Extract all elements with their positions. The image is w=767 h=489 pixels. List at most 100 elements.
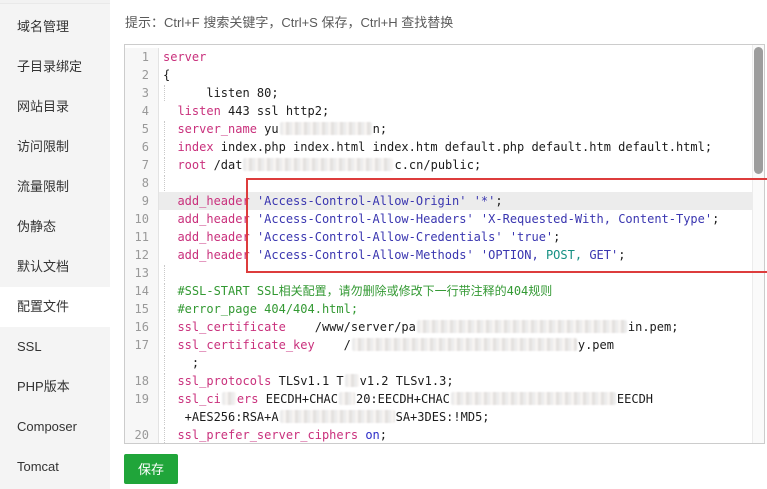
redacted-blur — [222, 392, 236, 405]
sidebar-item-网站目录[interactable]: 网站目录 — [0, 87, 110, 127]
sidebar-item-子目录绑定[interactable]: 子目录绑定 — [0, 47, 110, 87]
code-line-13[interactable]: 13 — [125, 264, 752, 282]
sidebar-item-Tomcat[interactable]: Tomcat — [0, 447, 110, 487]
code-line-19[interactable]: 19 ssl_ciers EECDH+CHAC20:EECDH+CHACEECD… — [125, 390, 752, 408]
code-line-5[interactable]: 5 server_name yun; — [125, 120, 752, 138]
line-number: 8 — [125, 174, 159, 192]
redacted-blur — [339, 392, 355, 405]
code-text: listen 80; — [159, 84, 752, 102]
redacted-blur — [352, 338, 577, 351]
code-line-20[interactable]: 20 ssl_prefer_server_ciphers on; — [125, 426, 752, 444]
code-line-16[interactable]: 16 ssl_certificate /www/server/pain.pem; — [125, 318, 752, 336]
indent-guide — [164, 391, 165, 407]
line-number: 7 — [125, 156, 159, 174]
code-text: add_header 'Access-Control-Allow-Headers… — [159, 210, 752, 228]
redacted-blur — [451, 392, 616, 405]
indent-guide — [164, 85, 165, 101]
code-text: { — [159, 66, 752, 84]
sidebar-item-SSL[interactable]: SSL — [0, 327, 110, 367]
line-number: 10 — [125, 210, 159, 228]
indent-guide — [164, 355, 165, 371]
code-text: +AES256:RSA+ASA+3DES:!MD5; — [159, 408, 752, 426]
code-line-11[interactable]: 11 add_header 'Access-Control-Allow-Cred… — [125, 228, 752, 246]
editor-scrollbar-track[interactable] — [752, 45, 764, 443]
line-number: 3 — [125, 84, 159, 102]
sidebar-item-配置文件[interactable]: 配置文件 — [0, 287, 110, 327]
indent-guide — [164, 301, 165, 317]
sidebar-item-访问限制[interactable]: 访问限制 — [0, 127, 110, 167]
code-line-17[interactable]: 17 ssl_certificate_key /y.pem — [125, 336, 752, 354]
redacted-blur — [243, 158, 393, 171]
config-code-editor[interactable]: 1server2{3 listen 80;4 listen 443 ssl ht… — [124, 44, 765, 444]
code-text: root /datc.cn/public; — [159, 156, 752, 174]
code-line-2[interactable]: 2{ — [125, 66, 752, 84]
code-line-15[interactable]: 15 #error_page 404/404.html; — [125, 300, 752, 318]
line-number: 20 — [125, 426, 159, 444]
indent-guide — [164, 409, 165, 425]
line-number: 13 — [125, 264, 159, 282]
site-settings-sidebar: 域名管理子目录绑定网站目录访问限制流量限制伪静态默认文档配置文件SSLPHP版本… — [0, 4, 110, 489]
code-line-4[interactable]: 4 listen 443 ssl http2; — [125, 102, 752, 120]
code-line-8[interactable]: 8 — [125, 174, 752, 192]
code-text: server_name yun; — [159, 120, 752, 138]
code-line-wrap[interactable]: +AES256:RSA+ASA+3DES:!MD5; — [125, 408, 752, 426]
save-button[interactable]: 保存 — [124, 454, 178, 484]
indent-guide — [164, 139, 165, 155]
redacted-blur — [280, 122, 372, 135]
indent-guide — [164, 121, 165, 137]
line-number: 5 — [125, 120, 159, 138]
line-number: 12 — [125, 246, 159, 264]
line-number: 17 — [125, 336, 159, 354]
code-text — [159, 264, 752, 282]
sidebar-item-流量限制[interactable]: 流量限制 — [0, 167, 110, 207]
code-text: ssl_prefer_server_ciphers on; — [159, 426, 752, 444]
main-panel: 提示：Ctrl+F 搜索关键字，Ctrl+S 保存，Ctrl+H 查找替换 1s… — [110, 0, 767, 489]
editor-shortcut-hint: 提示：Ctrl+F 搜索关键字，Ctrl+S 保存，Ctrl+H 查找替换 — [125, 12, 453, 31]
code-line-18[interactable]: 18 ssl_protocols TLSv1.1 Tv1.2 TLSv1.3; — [125, 372, 752, 390]
code-text: add_header 'Access-Control-Allow-Methods… — [159, 246, 752, 264]
code-text: ssl_certificate_key /y.pem — [159, 336, 752, 354]
code-text: #error_page 404/404.html; — [159, 300, 752, 318]
sidebar-item-Composer[interactable]: Composer — [0, 407, 110, 447]
code-text: ; — [159, 354, 752, 372]
code-text: add_header 'Access-Control-Allow-Credent… — [159, 228, 752, 246]
indent-guide — [164, 337, 165, 353]
indent-guide — [164, 175, 165, 191]
code-text — [159, 174, 752, 192]
code-line-1[interactable]: 1server — [125, 48, 752, 66]
code-text: ssl_ciers EECDH+CHAC20:EECDH+CHACEECDH — [159, 390, 752, 408]
code-line-wrap[interactable]: ; — [125, 354, 752, 372]
code-line-3[interactable]: 3 listen 80; — [125, 84, 752, 102]
line-number — [125, 408, 159, 426]
sidebar-item-域名管理[interactable]: 域名管理 — [0, 7, 110, 47]
indent-guide — [164, 373, 165, 389]
code-line-12[interactable]: 12 add_header 'Access-Control-Allow-Meth… — [125, 246, 752, 264]
code-text: ssl_protocols TLSv1.1 Tv1.2 TLSv1.3; — [159, 372, 752, 390]
indent-guide — [164, 265, 165, 281]
indent-guide — [164, 283, 165, 299]
code-text: listen 443 ssl http2; — [159, 102, 752, 120]
code-text: index index.php index.html index.htm def… — [159, 138, 752, 156]
code-line-7[interactable]: 7 root /datc.cn/public; — [125, 156, 752, 174]
redacted-blur — [417, 320, 627, 333]
line-number: 19 — [125, 390, 159, 408]
sidebar-item-伪静态[interactable]: 伪静态 — [0, 207, 110, 247]
code-line-10[interactable]: 10 add_header 'Access-Control-Allow-Head… — [125, 210, 752, 228]
indent-guide — [164, 427, 165, 443]
code-line-14[interactable]: 14 #SSL-START SSL相关配置，请勿删除或修改下一行带注释的404规… — [125, 282, 752, 300]
sidebar-item-PHP版本[interactable]: PHP版本 — [0, 367, 110, 407]
line-number: 16 — [125, 318, 159, 336]
indent-guide — [164, 157, 165, 173]
line-number: 6 — [125, 138, 159, 156]
code-line-9[interactable]: 9 add_header 'Access-Control-Allow-Origi… — [125, 192, 752, 210]
editor-scrollbar-thumb[interactable] — [754, 47, 763, 174]
code-line-6[interactable]: 6 index index.php index.html index.htm d… — [125, 138, 752, 156]
line-number: 14 — [125, 282, 159, 300]
line-number: 18 — [125, 372, 159, 390]
sidebar-item-默认文档[interactable]: 默认文档 — [0, 247, 110, 287]
line-number: 4 — [125, 102, 159, 120]
line-number: 9 — [125, 192, 159, 210]
code-area[interactable]: 1server2{3 listen 80;4 listen 443 ssl ht… — [125, 45, 752, 443]
code-text: ssl_certificate /www/server/pain.pem; — [159, 318, 752, 336]
redacted-blur — [345, 374, 359, 387]
